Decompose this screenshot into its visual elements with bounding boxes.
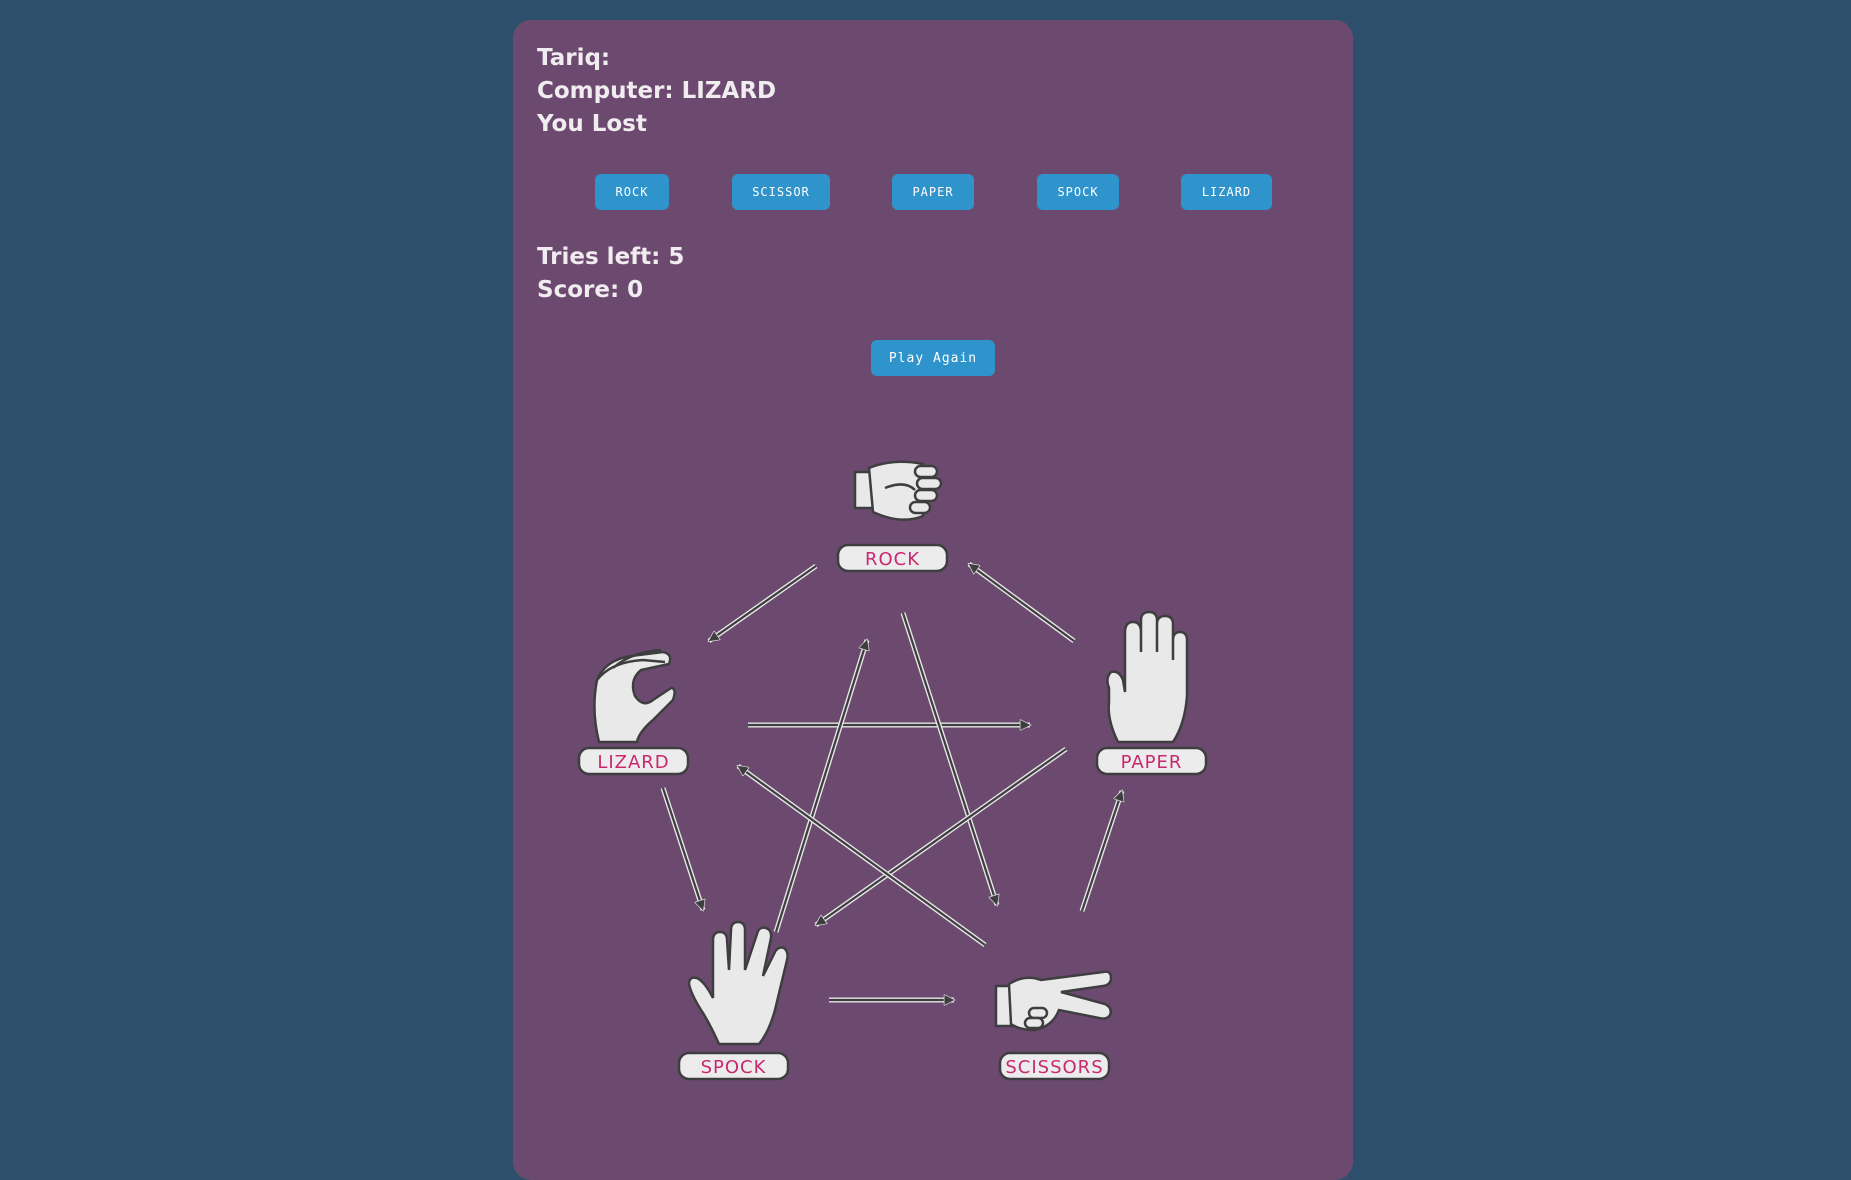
rock-label: ROCK [836,543,949,573]
paper-label: PAPER [1095,746,1208,776]
arrow-paper-to-rock [969,561,1076,644]
game-panel: Tariq: Computer: LIZARD You Lost ROCK SC… [513,20,1353,1180]
arrow-spock-to-rock [773,640,867,933]
lizard-label-text: LIZARD [597,752,669,773]
arrow-lizard-to-spock [660,787,703,910]
arrow-paper-to-spock [816,746,1068,928]
arrow-rock-to-scissors [900,612,997,905]
lizard-label: LIZARD [577,746,690,776]
scissors-hand-icon [994,970,1113,1032]
rules-diagram: ROCK LIZARD PAPER SPOCK SCISSORS [577,460,1208,1081]
paper-label-text: PAPER [1121,752,1183,773]
fist-icon [853,460,943,521]
arrow-scissors-to-lizard [738,763,987,948]
arrow-scissors-to-paper [1079,791,1122,912]
open-hand-icon [1106,610,1189,744]
scissors-label: SCISSORS [998,1051,1111,1081]
rock-label-text: ROCK [865,549,920,570]
scissors-label-text: SCISSORS [1005,1057,1103,1078]
spock-label: SPOCK [677,1051,790,1081]
spock-label-text: SPOCK [701,1057,767,1078]
arrow-rock-to-lizard [709,563,818,644]
vulcan-salute-icon [687,920,789,1046]
lizard-hand-icon [593,648,676,744]
